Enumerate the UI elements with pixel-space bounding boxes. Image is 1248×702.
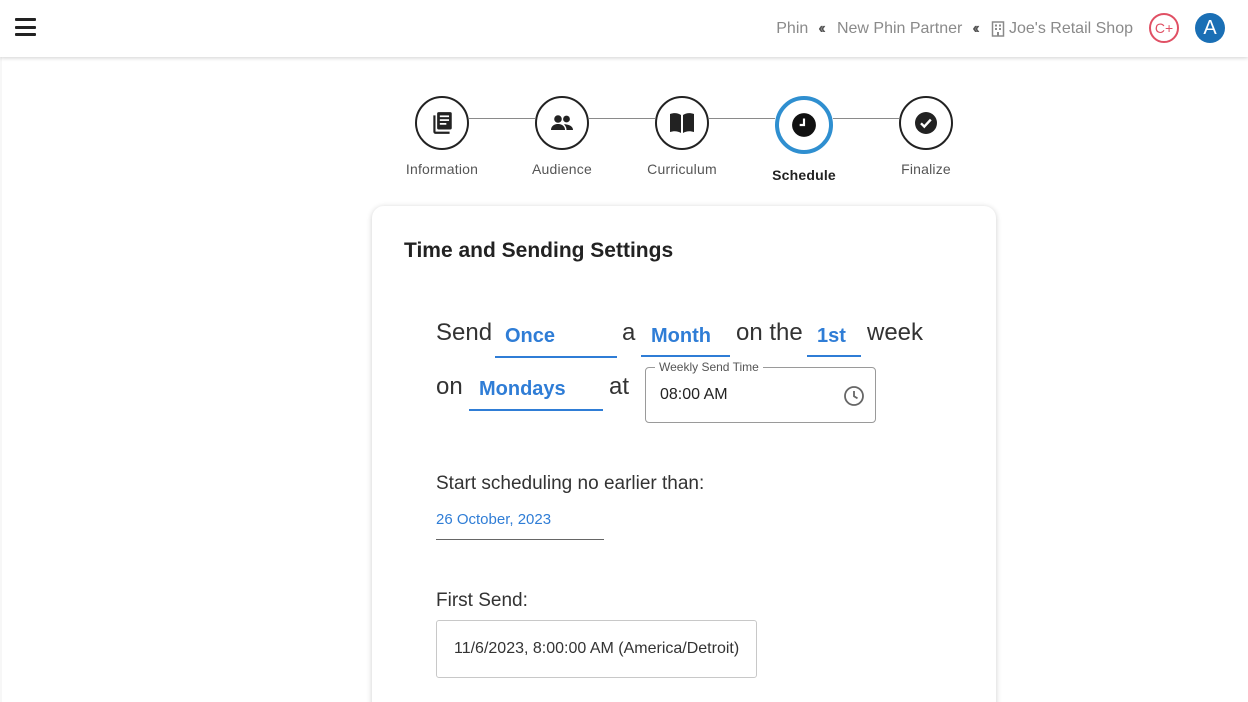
sentence-at: at <box>609 373 630 400</box>
start-scheduling-label: Start scheduling no earlier than: <box>436 473 705 494</box>
breadcrumb-partner[interactable]: New Phin Partner <box>837 20 962 38</box>
avatar[interactable]: A <box>1195 13 1225 43</box>
step-label: Audience <box>532 161 592 177</box>
time-field-value: 08:00 AM <box>660 386 728 403</box>
frequency-select[interactable]: Once <box>495 314 617 358</box>
breadcrumb-shop[interactable]: Joe's Retail Shop <box>1009 20 1133 38</box>
time-field-label: Weekly Send Time <box>655 360 763 374</box>
start-date-field[interactable]: 26 October, 2023 <box>436 511 604 540</box>
document-icon <box>415 96 469 150</box>
start-date-value: 26 October, 2023 <box>436 511 552 528</box>
check-icon <box>899 96 953 150</box>
sentence-on-the: on the <box>736 319 803 346</box>
weekly-send-time-field[interactable]: Weekly Send Time 08:00 AM <box>645 360 876 423</box>
double-chevron-left-icon: ‹‹ <box>972 19 979 37</box>
card-title: Time and Sending Settings <box>404 239 674 262</box>
top-bar: Phin ‹‹ New Phin Partner ‹‹ Joe's Retail… <box>0 0 1248 57</box>
sentence-on: on <box>436 373 463 400</box>
ordinal-select[interactable]: 1st <box>807 314 861 357</box>
day-select[interactable]: Mondays <box>469 367 603 411</box>
building-icon <box>991 20 1005 37</box>
step-finalize[interactable]: Finalize <box>866 96 986 177</box>
period-select[interactable]: Month <box>641 314 730 357</box>
period-value: Month <box>651 325 711 347</box>
step-label: Finalize <box>901 161 951 177</box>
step-curriculum[interactable]: Curriculum <box>622 96 742 177</box>
hamburger-menu-icon[interactable] <box>15 18 36 36</box>
book-icon <box>655 96 709 150</box>
clock-icon <box>775 96 833 154</box>
double-chevron-left-icon: ‹‹ <box>818 19 825 37</box>
day-value: Mondays <box>479 378 566 400</box>
first-send-value: 11/6/2023, 8:00:00 AM (America/Detroit) <box>436 620 757 678</box>
breadcrumb-phin[interactable]: Phin <box>776 20 808 38</box>
sentence-week: week <box>867 319 924 346</box>
step-label: Information <box>405 161 479 177</box>
sentence-a: a <box>622 319 636 346</box>
clock-icon[interactable] <box>843 385 865 412</box>
step-information[interactable]: Information <box>382 96 502 177</box>
step-schedule[interactable]: Schedule <box>744 96 864 183</box>
people-icon <box>535 96 589 150</box>
step-label: Curriculum <box>647 161 717 177</box>
grade-badge[interactable]: C+ <box>1149 13 1179 43</box>
first-send-label: First Send: <box>436 590 528 611</box>
sentence-send: Send <box>436 319 493 346</box>
frequency-value: Once <box>505 325 556 347</box>
breadcrumb: Phin ‹‹ New Phin Partner ‹‹ Joe's Retail… <box>776 0 1133 57</box>
ordinal-value: 1st <box>817 325 846 347</box>
settings-card: Time and Sending Settings Send Once a Mo… <box>372 206 996 702</box>
step-audience[interactable]: Audience <box>502 96 622 177</box>
step-label: Schedule <box>772 167 836 183</box>
